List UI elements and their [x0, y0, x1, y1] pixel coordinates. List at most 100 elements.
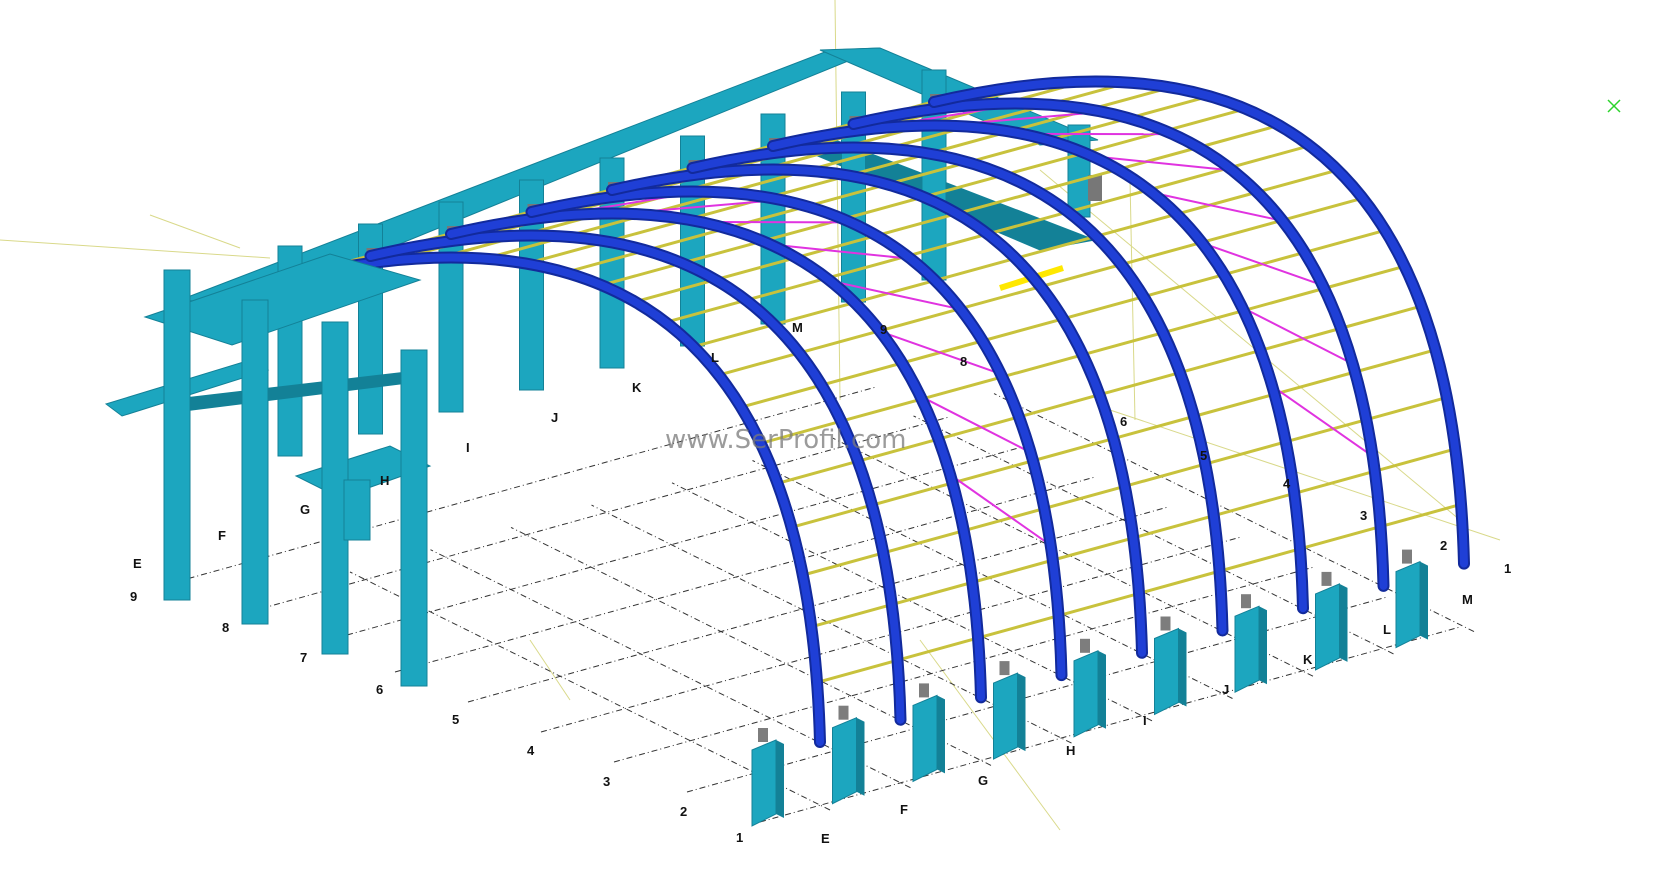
purlin [1179, 348, 1261, 375]
back-letter-label: L [711, 350, 719, 365]
back-letter-label: M [792, 320, 803, 335]
purlin [1260, 326, 1342, 352]
bearing-plate [1160, 616, 1171, 631]
front-column [1315, 583, 1340, 671]
grid-letter-label: E [821, 831, 830, 846]
front-column [993, 672, 1018, 760]
front-column [751, 739, 777, 827]
purlin [1095, 212, 1177, 238]
front-column [832, 716, 857, 805]
back-letter-label: G [300, 502, 310, 517]
purlin [854, 279, 936, 304]
purlin [1243, 286, 1325, 312]
back-number-label: 9 [880, 322, 887, 337]
purlin [840, 397, 923, 423]
grid-number-label: 3 [603, 774, 610, 789]
purlin [1374, 447, 1456, 473]
back-number-label: 5 [1200, 448, 1207, 463]
purlin [1099, 371, 1181, 397]
purlin [1040, 263, 1122, 289]
purlin [1164, 107, 1247, 133]
purlin [891, 580, 973, 607]
purlin [959, 285, 1042, 311]
purlin [1365, 395, 1448, 422]
purlin [1082, 331, 1164, 357]
front-column-side [1259, 606, 1267, 685]
bearing-plate [919, 683, 929, 698]
purlin [1198, 123, 1280, 149]
back-letter-label: J [551, 410, 558, 425]
grid-number-label: 4 [527, 743, 535, 758]
left-column [241, 299, 269, 625]
purlin [745, 276, 828, 302]
front-column-side [1420, 561, 1428, 640]
purlin [971, 558, 1054, 584]
grid-line [759, 626, 1461, 823]
grid-number-label: 1 [736, 830, 743, 845]
front-column-side [776, 740, 784, 818]
purlin [1143, 273, 1225, 299]
purlin [1281, 196, 1364, 222]
back-number-label: 3 [1360, 508, 1367, 523]
watermark-text: www.SerProfil.com [665, 425, 907, 455]
front-column-side [1017, 673, 1026, 752]
grid-line [394, 476, 1096, 673]
front-column [1154, 627, 1179, 716]
front-column-side [1098, 650, 1106, 729]
purlin [1204, 440, 1287, 466]
purlin [1062, 295, 1144, 321]
purlin [967, 138, 1049, 164]
grid-line [613, 566, 1315, 763]
purlin [879, 307, 961, 333]
grid-number-label: 8 [222, 620, 229, 635]
purlin [1304, 228, 1386, 254]
purlin [1201, 218, 1283, 244]
front-column [912, 694, 938, 783]
grid-letter-label: M [1462, 592, 1473, 607]
purlin [1228, 144, 1311, 170]
grid-number-label: 6 [376, 682, 383, 697]
guide-line [529, 639, 571, 701]
bearing-plate [838, 705, 849, 720]
purlin [740, 383, 822, 409]
purlin [1148, 166, 1230, 192]
purlin [1120, 240, 1203, 266]
purlin [665, 298, 747, 324]
purlin [1323, 264, 1406, 290]
purlin [718, 351, 800, 377]
structure-3d-view: 1 2 3 4 5 6 7 8 9 E F G H I J K L M E F G H I J K L M 1 2 3 4 5 6 8 9 www.… [0, 0, 1621, 846]
left-column [400, 349, 428, 687]
back-letter-label: H [380, 473, 389, 488]
purlin [882, 529, 965, 555]
bearing-plate [1402, 549, 1412, 564]
back-number-label: 6 [1120, 414, 1127, 429]
front-column-side [1178, 628, 1187, 707]
purlin [897, 636, 979, 662]
grid-letter-label: J [1222, 682, 1229, 697]
cross-cursor-icon[interactable] [1607, 99, 1621, 113]
rear-corner-column [1067, 124, 1091, 218]
front-column [1234, 605, 1260, 694]
purlin [821, 361, 903, 387]
purlin [1001, 353, 1084, 379]
grid-letter-label: K [1303, 652, 1313, 667]
purlin [977, 614, 1059, 640]
bearing-plate [1321, 571, 1332, 586]
grid-letter-label: G [978, 773, 988, 788]
purlin [810, 603, 893, 629]
purlin [1219, 547, 1301, 573]
back-letter-label: F [218, 528, 226, 543]
purlin [802, 551, 884, 577]
grid-number-label: 7 [300, 650, 307, 665]
purlin [1052, 536, 1134, 562]
purlin [1354, 348, 1436, 374]
back-number-label: 1 [1504, 561, 1511, 576]
purlin [871, 481, 953, 507]
purlin [693, 323, 775, 349]
purlin [1299, 525, 1381, 551]
grid-number-label: 9 [130, 589, 137, 604]
purlin [1213, 491, 1295, 518]
purlin [1340, 304, 1422, 330]
back-number-label: 2 [1440, 538, 1447, 553]
grid-number-label: 5 [452, 712, 459, 727]
